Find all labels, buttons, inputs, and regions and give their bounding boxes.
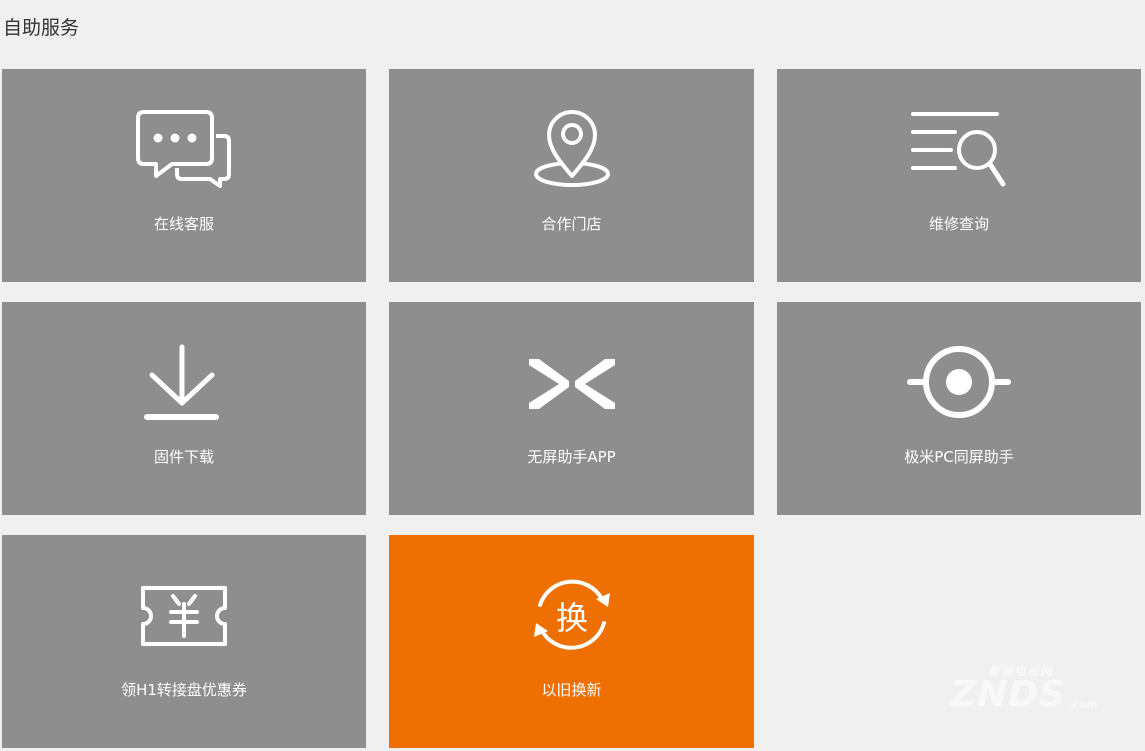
trade-in-icon-text: 换: [555, 599, 587, 637]
tile-label: 以旧换新: [541, 681, 602, 699]
tile-label: 极米PC同屏助手: [904, 448, 1014, 466]
chat-bubbles-icon: [134, 105, 234, 195]
tile-label: 维修查询: [928, 215, 989, 233]
service-grid: 在线客服 合作门店 维修查询 固件下载 无屏助手APP 极米PC同屏助手 领H1…: [2, 69, 1144, 748]
search-list-icon: [909, 105, 1009, 195]
tile-label: 在线客服: [153, 215, 214, 233]
tile-repair-inquiry[interactable]: 维修查询: [777, 69, 1141, 282]
target-icon: [907, 338, 1011, 428]
watermark-logo-text: ZNDS: [950, 674, 1067, 715]
tile-label: 合作门店: [541, 215, 602, 233]
watermark: 智能电视网 ZNDS .com: [930, 652, 1100, 722]
download-icon: [134, 338, 234, 428]
tile-label: 领H1转接盘优惠券: [121, 681, 247, 699]
map-pin-icon: [522, 105, 622, 195]
tile-partner-stores[interactable]: 合作门店: [389, 69, 754, 282]
cast-arrows-icon: [522, 338, 622, 428]
trade-in-icon: 换: [522, 571, 622, 661]
tile-online-service[interactable]: 在线客服: [2, 69, 366, 282]
coupon-icon: [134, 571, 234, 661]
tile-firmware-download[interactable]: 固件下载: [2, 302, 366, 515]
tile-pc-mirroring[interactable]: 极米PC同屏助手: [777, 302, 1141, 515]
tile-trade-in[interactable]: 换 以旧换新: [389, 535, 754, 748]
tile-label: 无屏助手APP: [527, 448, 616, 466]
tile-screenless-app[interactable]: 无屏助手APP: [389, 302, 754, 515]
watermark-suffix: .com: [1068, 698, 1098, 711]
section-title: 自助服务: [3, 17, 80, 39]
tile-label: 固件下载: [153, 448, 214, 466]
tile-coupon[interactable]: 领H1转接盘优惠券: [2, 535, 366, 748]
